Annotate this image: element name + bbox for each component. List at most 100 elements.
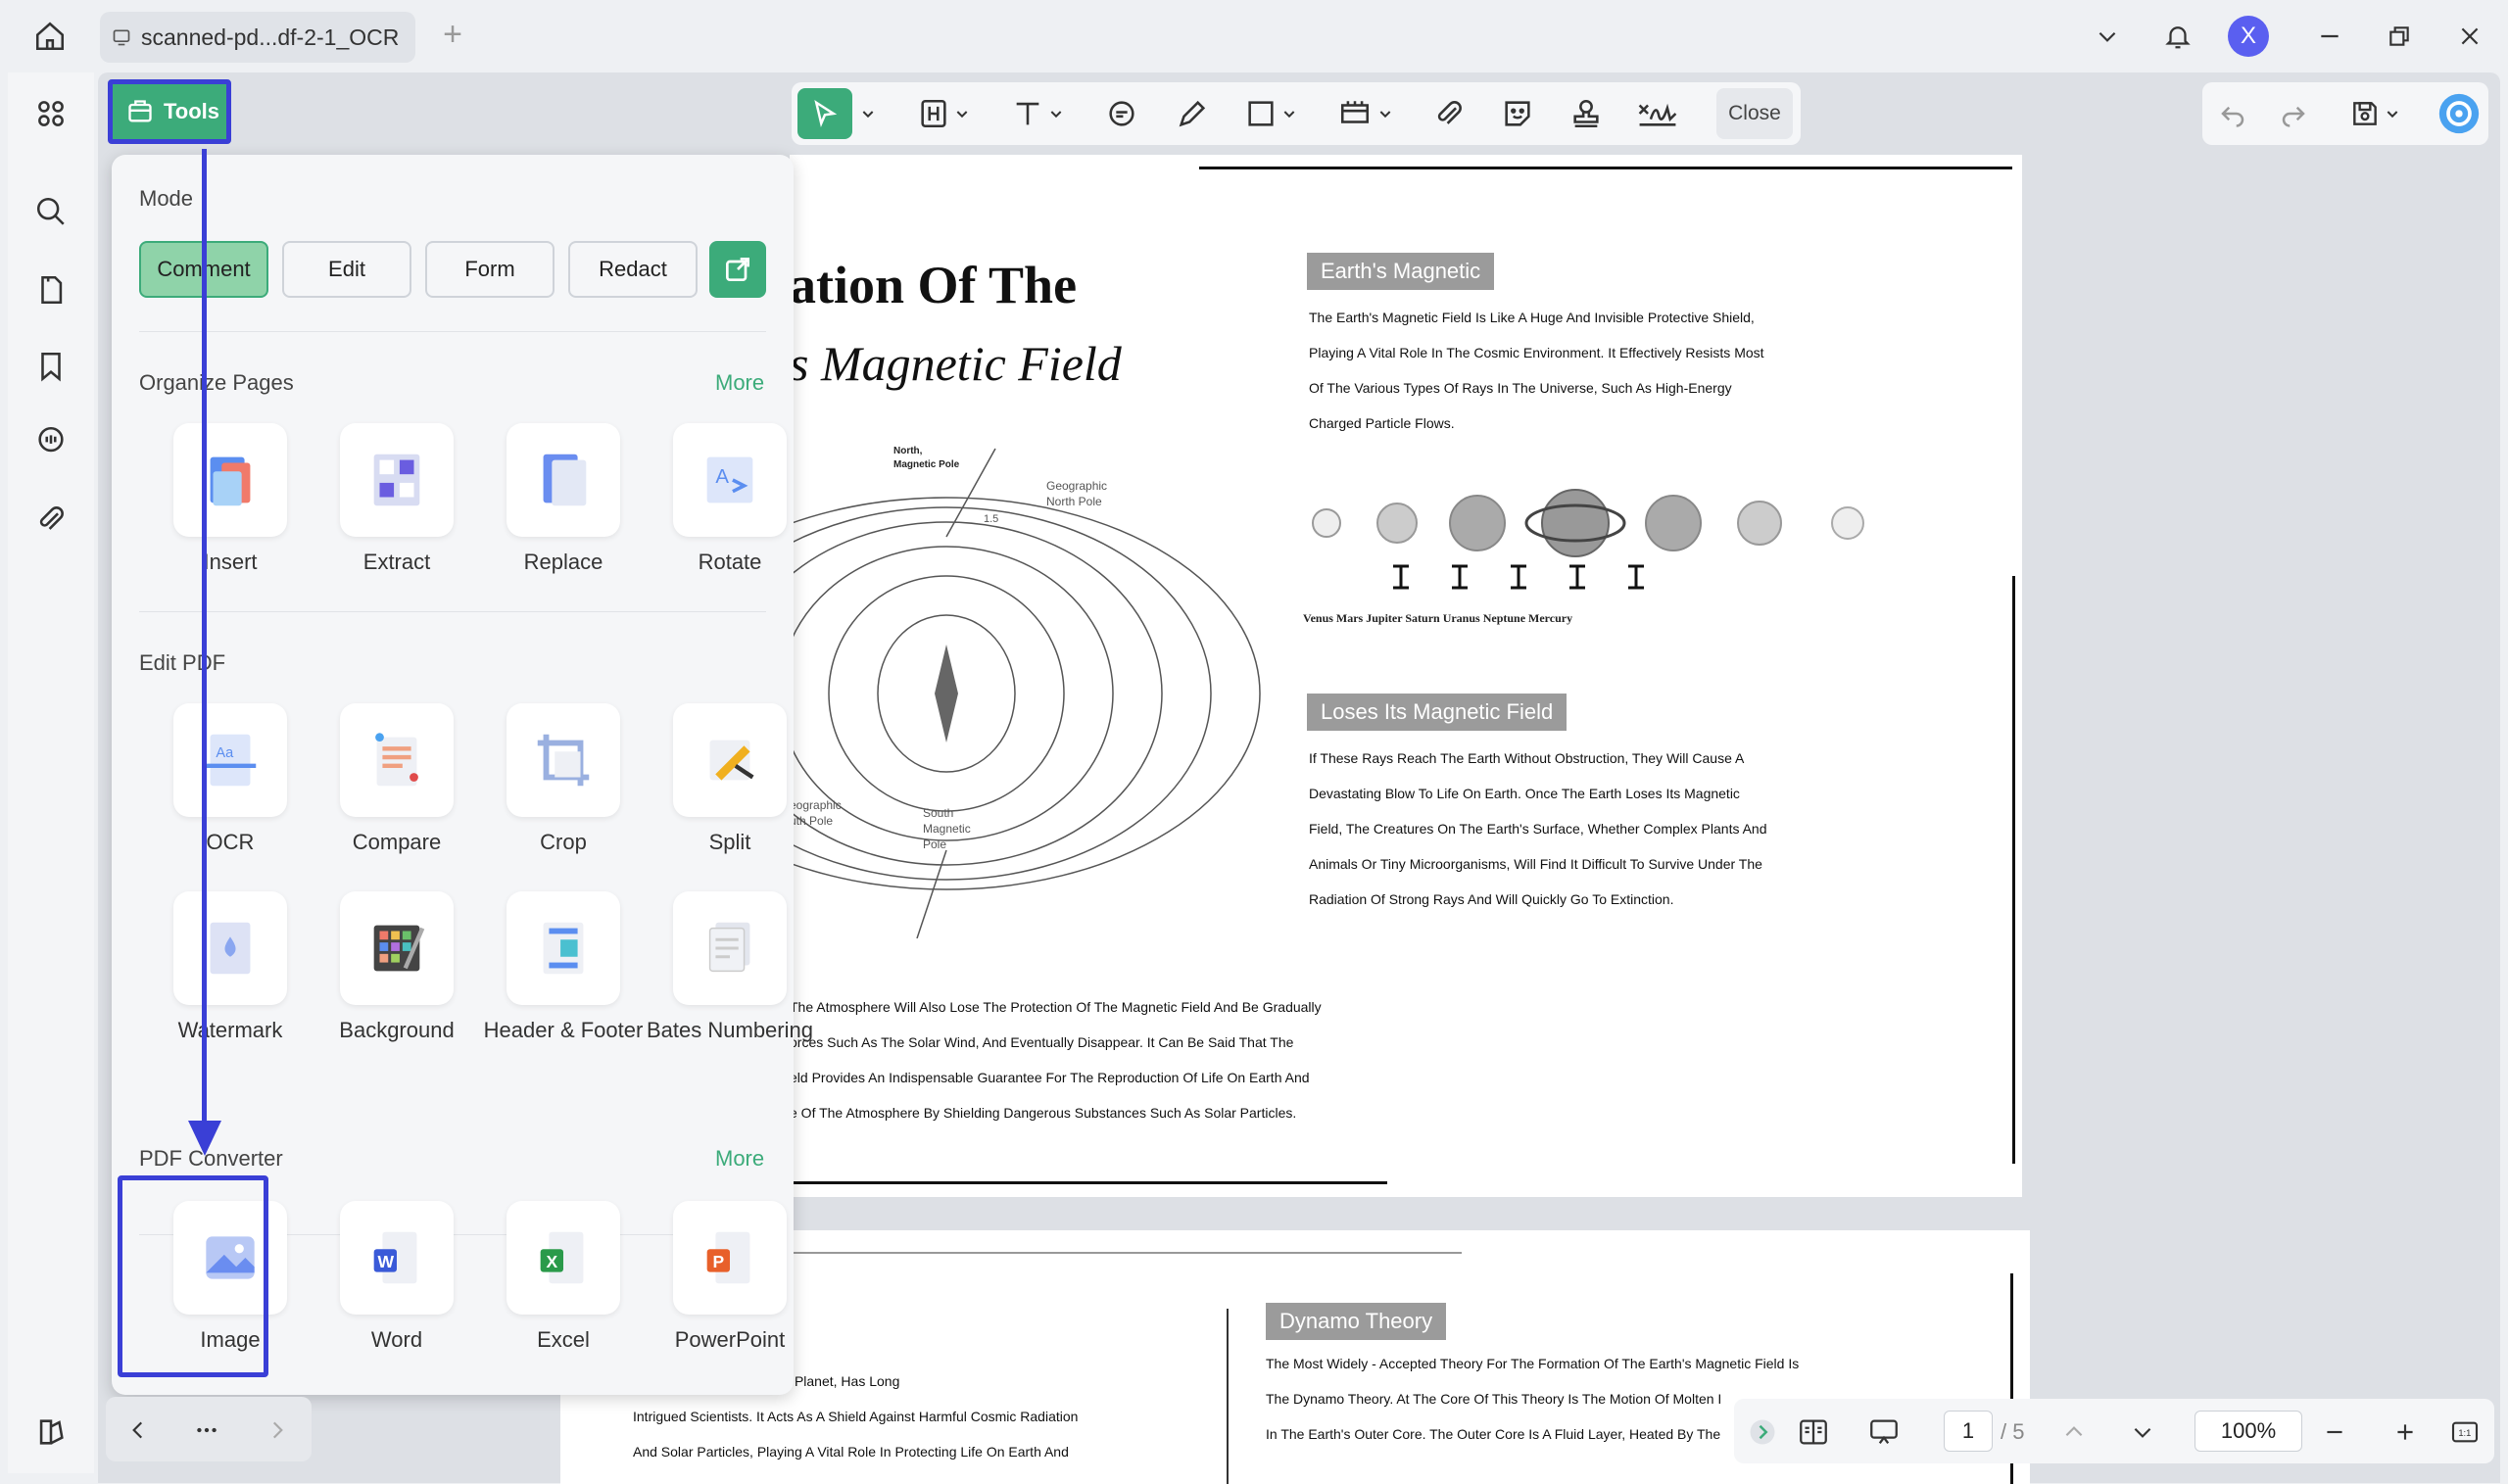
- avatar[interactable]: X: [2228, 16, 2269, 57]
- tool-convert-powerpoint[interactable]: P PowerPoint: [647, 1201, 813, 1354]
- open-external-button[interactable]: [709, 241, 766, 298]
- tool-crop-label: Crop: [540, 830, 587, 854]
- sidebar-settings-icon[interactable]: [29, 1411, 72, 1454]
- tool-ocr[interactable]: Aa OCR: [147, 703, 314, 856]
- new-tab-button[interactable]: +: [436, 18, 469, 51]
- svg-text:W: W: [377, 1252, 394, 1271]
- restore-icon[interactable]: [2377, 14, 2422, 59]
- annotation-toolbar: Close: [792, 82, 1801, 145]
- tool-convert-excel[interactable]: X Excel: [480, 1201, 647, 1354]
- signature-icon: [1638, 103, 1677, 126]
- mode-edit-button[interactable]: Edit: [282, 241, 411, 298]
- tool-watermark[interactable]: Watermark: [147, 891, 314, 1044]
- tool-insert[interactable]: Insert: [147, 423, 314, 576]
- diagram-label-geo-north-line: North Pole: [1046, 495, 1102, 508]
- bell-icon[interactable]: [2155, 14, 2200, 59]
- attachment-icon[interactable]: [29, 498, 72, 541]
- tool-bates-numbering[interactable]: Bates Numbering: [647, 891, 813, 1044]
- chevron-down-icon[interactable]: [2085, 14, 2130, 59]
- zoom-out-icon[interactable]: [2322, 1411, 2347, 1454]
- actual-size-icon[interactable]: 1:1: [2449, 1411, 2481, 1454]
- doc-paragraph-4-line: The Most Widely - Accepted Theory For Th…: [1266, 1356, 1800, 1371]
- doc-paragraph-3-line: eld Provides An Indispensable Guarantee …: [790, 1070, 1310, 1085]
- panel-bottom-nav: [106, 1397, 312, 1461]
- next-icon[interactable]: [265, 1409, 290, 1452]
- highlighter-icon: [921, 99, 946, 128]
- text-icon: [1016, 102, 1039, 125]
- pages-icon[interactable]: [29, 268, 72, 311]
- measure-tool-button[interactable]: [1336, 92, 1393, 135]
- tool-split[interactable]: Split: [647, 703, 813, 856]
- tool-background[interactable]: Background: [314, 891, 480, 1044]
- tool-replace[interactable]: Replace: [480, 423, 647, 576]
- minimize-icon[interactable]: [2307, 14, 2352, 59]
- comments-icon[interactable]: [29, 419, 72, 462]
- select-tool-caret[interactable]: [860, 92, 876, 135]
- tool-header-footer[interactable]: Header & Footer: [480, 891, 647, 1044]
- attach-tool-button[interactable]: [1432, 92, 1466, 135]
- signature-tool-button[interactable]: [1636, 92, 1679, 135]
- pencil-tool-button[interactable]: [1176, 92, 1209, 135]
- bookmark-icon[interactable]: [29, 345, 72, 388]
- more-options-icon[interactable]: [194, 1409, 219, 1452]
- search-icon[interactable]: [29, 190, 72, 233]
- text-tool-button[interactable]: [1011, 92, 1064, 135]
- pdf-page-1: ation Of The s Magnetic Field Earth's Ma…: [790, 155, 2022, 1197]
- chevron-down-icon: [1379, 111, 1391, 119]
- chevron-up-icon[interactable]: [2061, 1411, 2087, 1454]
- close-toolbar-button[interactable]: Close: [1716, 88, 1793, 139]
- tool-compare[interactable]: Compare: [314, 703, 480, 856]
- sticker-tool-button[interactable]: [1501, 92, 1534, 135]
- apps-grid-icon[interactable]: [29, 92, 72, 135]
- ai-assistant-icon[interactable]: [2437, 92, 2481, 135]
- doc-paragraph-1-line: Charged Particle Flows.: [1309, 415, 1455, 431]
- doc-paragraph-3-line: The Atmosphere Will Also Lose The Protec…: [790, 999, 1322, 1015]
- highlight-tool-button[interactable]: [917, 92, 970, 135]
- diagram-label-angle: 1.5: [984, 513, 999, 525]
- organize-more-link[interactable]: More: [715, 370, 764, 396]
- tool-convert-word[interactable]: W Word: [314, 1201, 480, 1354]
- diagram-label-south-line: Pole: [923, 838, 947, 851]
- close-window-icon[interactable]: [2447, 14, 2492, 59]
- doc-paragraph-4-line: The Dynamo Theory. At The Core Of This T…: [1266, 1391, 1722, 1407]
- diagram-label-north-line: North,: [893, 446, 923, 456]
- shape-tool-button[interactable]: [1244, 92, 1297, 135]
- select-tool-button[interactable]: [797, 88, 852, 139]
- svg-text:X: X: [547, 1252, 558, 1271]
- doc-paragraph-3: The Atmosphere Will Also Lose The Protec…: [790, 989, 1322, 1130]
- tool-rotate[interactable]: A Rotate: [647, 423, 813, 576]
- document-tab-title: scanned-pd...df-2-1_OCR: [141, 24, 400, 50]
- chevron-down-icon[interactable]: [2130, 1411, 2155, 1454]
- tool-extract[interactable]: Extract: [314, 423, 480, 576]
- presentation-icon[interactable]: [1867, 1411, 1901, 1454]
- undo-icon[interactable]: [2218, 92, 2247, 135]
- document-tab[interactable]: scanned-pd...df-2-1_OCR: [100, 12, 415, 63]
- mode-redact-button[interactable]: Redact: [568, 241, 698, 298]
- zoom-level-input[interactable]: 100%: [2194, 1411, 2302, 1452]
- save-icon[interactable]: [2349, 92, 2400, 135]
- stamp-tool-button[interactable]: [1569, 92, 1603, 135]
- expand-icon[interactable]: [1748, 1411, 1777, 1454]
- converter-more-link[interactable]: More: [715, 1146, 764, 1172]
- redo-icon[interactable]: [2279, 92, 2308, 135]
- tools-button-label: Tools: [164, 99, 220, 123]
- diagram-label-north: North, Magnetic Pole: [893, 445, 959, 472]
- tool-replace-label: Replace: [523, 550, 603, 574]
- tool-crop[interactable]: Crop: [480, 703, 647, 856]
- home-icon[interactable]: [29, 16, 71, 57]
- prev-icon[interactable]: [125, 1409, 151, 1452]
- doc-title-line1: ation Of The: [790, 256, 1078, 314]
- chevron-down-icon: [956, 111, 968, 119]
- page-layout-icon[interactable]: [1797, 1411, 1830, 1454]
- paperclip-icon: [1437, 101, 1462, 124]
- tools-button[interactable]: Tools: [108, 79, 231, 144]
- tool-split-label: Split: [708, 830, 751, 854]
- chevron-down-icon: [1283, 111, 1295, 119]
- zoom-in-icon[interactable]: [2392, 1411, 2418, 1454]
- mode-form-button[interactable]: Form: [425, 241, 555, 298]
- page-number-input[interactable]: 1: [1944, 1411, 1993, 1452]
- comment-tool-button[interactable]: [1105, 92, 1138, 135]
- sticker-icon: [1505, 101, 1530, 126]
- doc-paragraph-2-line: Field, The Creatures On The Earth's Surf…: [1309, 821, 1767, 837]
- diagram-label-geo-north: Geographic North Pole: [1046, 478, 1107, 509]
